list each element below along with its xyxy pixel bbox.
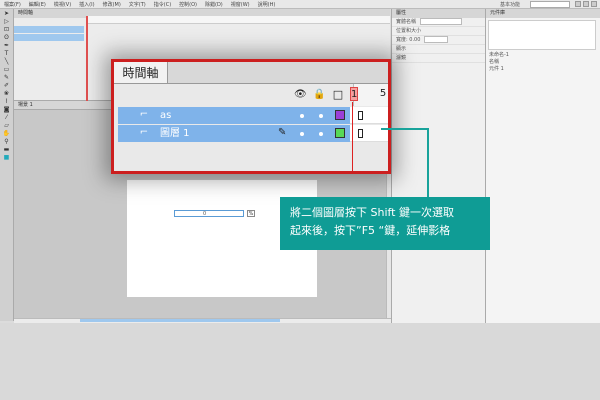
playhead[interactable]: [352, 102, 353, 171]
width-field[interactable]: [424, 36, 449, 43]
property-row: 寬度: 0.00: [392, 36, 485, 45]
horizontal-scroll-thumb[interactable]: [80, 319, 280, 322]
status-area: [0, 323, 600, 400]
frame-number-5: 5: [379, 88, 387, 99]
search-input[interactable]: [530, 1, 570, 8]
brush-tool-icon[interactable]: ✐: [2, 82, 11, 89]
layer-row-as[interactable]: ⌐ as: [118, 107, 350, 124]
keyframe[interactable]: [358, 129, 363, 138]
lock-dot[interactable]: [319, 132, 323, 136]
properties-tab[interactable]: 屬性: [392, 9, 485, 18]
workspace-switcher[interactable]: 基本功能: [500, 1, 520, 8]
library-column-header[interactable]: 名稱: [485, 59, 600, 66]
hand-tool-icon[interactable]: ✋: [2, 130, 11, 137]
instruction-callout: 將二個圖層按下 Shift 鍵一次選取 起來後，按下”F5 “鍵，延伸影格: [280, 197, 490, 250]
pen-tool-icon[interactable]: ✒: [2, 42, 11, 49]
selection-tool-icon[interactable]: ➤: [2, 10, 11, 17]
bucket-tool-icon[interactable]: ◙: [2, 106, 11, 113]
tools-panel: ➤ ▷ ⊡ ʘ ✒ T ╲ ▭ ✎ ✐ ❀ ⌇ ◙ ⁄ ▱ ✋ ⚲ ▬ ■: [0, 9, 14, 321]
outline-icon[interactable]: □: [332, 89, 344, 101]
transform-tool-icon[interactable]: ⊡: [2, 26, 11, 33]
callout-line-1: 將二個圖層按下 Shift 鍵一次選取: [290, 206, 454, 219]
stage-text-field[interactable]: 0: [174, 210, 244, 217]
stroke-color-icon[interactable]: ▬: [2, 146, 11, 153]
timeline-tab[interactable]: 時間軸: [114, 62, 168, 84]
deco-tool-icon[interactable]: ❀: [2, 90, 11, 97]
instance-name-field[interactable]: [420, 18, 463, 25]
pencil-icon: ✎: [278, 127, 287, 138]
layer-row-1[interactable]: ⌐ 圖層 1 ✎: [118, 125, 350, 142]
lasso-tool-icon[interactable]: ʘ: [2, 34, 11, 41]
callout-connector: [427, 128, 429, 198]
visibility-dot[interactable]: [300, 132, 304, 136]
library-list: 未命名-1 名稱 元件 1: [485, 52, 600, 73]
timeline-zoom-callout: 時間軸 👁 🔒 □ 1 5 ⌐ as ⌐ 圖層 1 ✎: [111, 59, 391, 174]
timeline-tab-bar: [168, 62, 388, 84]
library-preview: [488, 20, 596, 50]
rect-tool-icon[interactable]: ▭: [2, 66, 11, 73]
layer-name[interactable]: as: [160, 107, 171, 124]
layer-outline-color[interactable]: [335, 110, 345, 120]
lock-dot[interactable]: [319, 114, 323, 118]
text-tool-icon[interactable]: T: [2, 50, 11, 57]
visibility-dot[interactable]: [300, 114, 304, 118]
layer-icon: ⌐: [139, 109, 149, 120]
library-item[interactable]: 元件 1: [485, 66, 600, 73]
subselect-tool-icon[interactable]: ▷: [2, 18, 11, 25]
fill-color-icon[interactable]: ■: [2, 154, 11, 161]
layer-name[interactable]: 圖層 1: [160, 125, 190, 142]
lock-icon[interactable]: 🔒: [313, 89, 325, 101]
callout-connector: [381, 128, 429, 130]
bone-tool-icon[interactable]: ⌇: [2, 98, 11, 105]
library-tab[interactable]: 元件庫: [486, 9, 600, 18]
minimize-button[interactable]: [575, 1, 581, 7]
playhead-small[interactable]: [86, 16, 88, 101]
library-doc-name[interactable]: 未命名-1: [485, 52, 600, 59]
layer-row-small[interactable]: [14, 26, 84, 33]
scene-label[interactable]: 場景 1: [18, 102, 33, 108]
layer-icon: ⌐: [139, 127, 149, 138]
property-row: 實體名稱: [392, 18, 485, 27]
eye-icon[interactable]: 👁: [294, 89, 307, 101]
property-row[interactable]: 濾鏡: [392, 54, 485, 63]
frame-cells-as[interactable]: [350, 107, 388, 124]
stage-text-field-value: 0: [203, 211, 207, 217]
maximize-button[interactable]: [583, 1, 589, 7]
property-row[interactable]: 位置和大小: [392, 27, 485, 36]
layer-row-small[interactable]: [14, 34, 84, 41]
properties-panel: 屬性 實體名稱 位置和大小 寬度: 0.00 顯示 濾鏡: [391, 9, 485, 323]
eyedropper-tool-icon[interactable]: ⁄: [2, 114, 11, 121]
pencil-tool-icon[interactable]: ✎: [2, 74, 11, 81]
frame-ruler-small[interactable]: [86, 16, 390, 24]
callout-line-2: 起來後，按下”F5 “鍵，延伸影格: [290, 224, 451, 237]
layer-outline-color[interactable]: [335, 128, 345, 138]
close-button[interactable]: [591, 1, 597, 7]
percent-glyph: %: [247, 210, 255, 217]
eraser-tool-icon[interactable]: ▱: [2, 122, 11, 129]
zoom-tool-icon[interactable]: ⚲: [2, 138, 11, 145]
keyframe[interactable]: [358, 111, 363, 120]
property-row[interactable]: 顯示: [392, 45, 485, 54]
line-tool-icon[interactable]: ╲: [2, 58, 11, 65]
current-frame-indicator[interactable]: 1: [350, 87, 358, 101]
